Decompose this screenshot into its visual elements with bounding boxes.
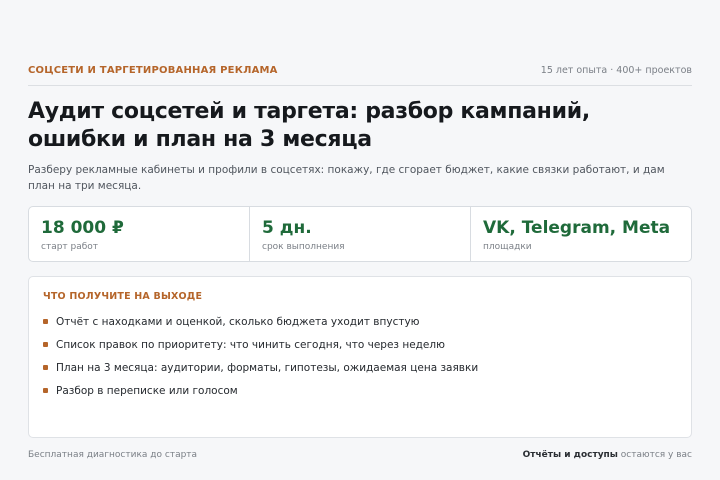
stat-platforms: VK, Telegram, Meta площадки — [470, 207, 691, 261]
stat-label: срок выполнения — [262, 242, 345, 252]
list-item-text: План на 3 месяца: аудитории, форматы, ги… — [56, 361, 479, 374]
list-item-text: Отчёт с находками и оценкой, сколько бюд… — [56, 315, 420, 328]
list-item-text: Список правок по приоритету: что чинить … — [56, 338, 445, 351]
list-item-text: Разбор в переписке или голосом — [56, 384, 238, 397]
header-bar: СОЦСЕТИ И ТАРГЕТИРОВАННАЯ РЕКЛАМА 15 лет… — [28, 64, 692, 86]
deliverables-card: ЧТО ПОЛУЧИТЕ НА ВЫХОДЕ Отчёт с находками… — [28, 276, 692, 438]
bullet-icon — [43, 342, 48, 347]
stat-value: 5 дн. — [262, 218, 312, 238]
footer-ownership-rest: остаются у вас — [617, 450, 692, 460]
deliverables-list: Отчёт с находками и оценкой, сколько бюд… — [43, 310, 677, 402]
lead-description: Разберу рекламные кабинеты и профили в с… — [28, 164, 665, 192]
experience-meta: 15 лет опыта · 400+ проектов — [540, 65, 692, 76]
bullet-icon — [43, 388, 48, 393]
list-item: Разбор в переписке или голосом — [43, 379, 677, 402]
bullet-icon — [43, 365, 48, 370]
footer-ownership-bold: Отчёты и доступы — [522, 450, 618, 460]
list-item: Отчёт с находками и оценкой, сколько бюд… — [43, 310, 677, 333]
stat-label: площадки — [483, 242, 532, 252]
service-page: СОЦСЕТИ И ТАРГЕТИРОВАННАЯ РЕКЛАМА 15 лет… — [28, 0, 692, 480]
stat-price: 18 000 ₽ старт работ — [29, 207, 249, 261]
stat-value: 18 000 ₽ — [41, 218, 124, 238]
stats-panel: 18 000 ₽ старт работ 5 дн. срок выполнен… — [28, 206, 692, 262]
footer-ownership: Отчёты и доступы остаются у вас — [523, 450, 692, 460]
footer: Бесплатная диагностика до старта Отчёты … — [28, 448, 692, 462]
deliverables-title: ЧТО ПОЛУЧИТЕ НА ВЫХОДЕ — [43, 291, 203, 302]
stat-duration: 5 дн. срок выполнения — [249, 207, 470, 261]
list-item: План на 3 месяца: аудитории, форматы, ги… — [43, 356, 677, 379]
bullet-icon — [43, 319, 48, 324]
category-label: СОЦСЕТИ И ТАРГЕТИРОВАННАЯ РЕКЛАМА — [28, 65, 278, 76]
stat-value: VK, Telegram, Meta — [483, 218, 671, 238]
footer-note: Бесплатная диагностика до старта — [28, 450, 198, 460]
stat-label: старт работ — [41, 242, 99, 252]
list-item: Список правок по приоритету: что чинить … — [43, 333, 677, 356]
page-title: Аудит соцсетей и таргета: разбор кампани… — [28, 99, 590, 152]
